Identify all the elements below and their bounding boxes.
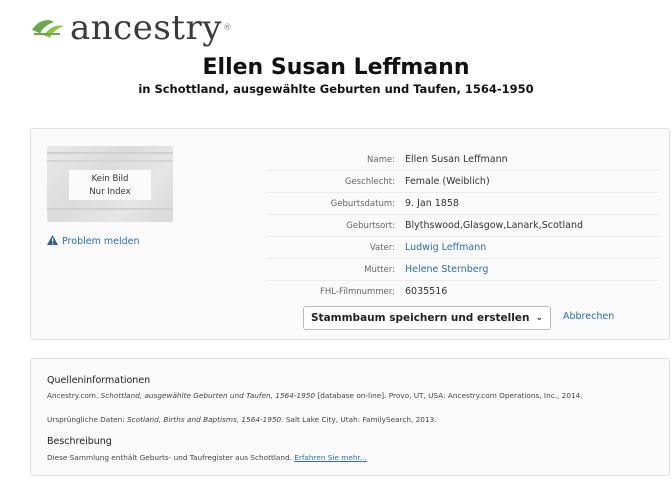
save-to-tree-label: Stammbaum speichern und erstellen	[311, 312, 530, 324]
trademark-icon: ®	[222, 23, 232, 33]
original-data: Ursprüngliche Daten: Scotland, Births an…	[47, 415, 437, 424]
citation-suffix: [database on-line]. Provo, UT, USA: Ance…	[317, 391, 583, 400]
save-to-tree-button[interactable]: Stammbaum speichern und erstellen ⌄	[303, 306, 551, 330]
report-problem-label: Problem melden	[62, 236, 140, 247]
description-text: Diese Sammlung enthält Geburts- und Tauf…	[47, 453, 367, 462]
field-label: Geburtsdatum:	[330, 198, 395, 209]
field-label: Geschlecht:	[344, 176, 395, 187]
thumbnail-label: Kein Bild Nur Index	[69, 170, 151, 200]
field-label: Name:	[367, 154, 395, 165]
original-prefix: Ursprüngliche Daten:	[47, 415, 125, 424]
source-card: Quelleninformationen Ancestry.com. Schot…	[30, 358, 670, 476]
field-value: Female (Weiblich)	[405, 176, 490, 187]
field-row-birth-place: Geburtsort: Blythswood,Glasgow,Lanark,Sc…	[267, 214, 659, 236]
field-label: Mutter:	[364, 264, 395, 275]
record-thumbnail[interactable]: Kein Bild Nur Index	[47, 146, 173, 222]
original-title: Scotland, Births and Baptisms, 1564-1950…	[127, 415, 284, 424]
field-row-birth-date: Geburtsdatum: 9. Jan 1858	[267, 192, 659, 214]
learn-more-link[interactable]: Erfahren Sie mehr...	[294, 453, 367, 462]
field-row-name: Name: Ellen Susan Leffmann	[267, 149, 659, 170]
brand-name: ancestry	[70, 8, 222, 48]
field-value: Blythswood,Glasgow,Lanark,Scotland	[405, 220, 584, 231]
field-value: 9. Jan 1858	[405, 198, 459, 209]
record-card: Kein Bild Nur Index Problem melden Name:…	[30, 128, 670, 340]
field-label: Vater:	[369, 242, 395, 253]
collection-subtitle: in Schottland, ausgewählte Geburten und …	[138, 82, 534, 96]
citation-title: Schottland, ausgewählte Geburten und Tau…	[100, 391, 316, 400]
field-value: Ellen Susan Leffmann	[405, 154, 508, 165]
source-heading: Quelleninformationen	[47, 375, 151, 386]
mother-link[interactable]: Helene Sternberg	[405, 264, 488, 275]
field-row-fhl-film: FHL-Filmnummer: 6035516	[267, 280, 659, 302]
description-heading: Beschreibung	[47, 436, 112, 447]
field-row-gender: Geschlecht: Female (Weiblich)	[267, 170, 659, 192]
field-row-father: Vater: Ludwig Leffmann	[267, 236, 659, 258]
field-label: FHL-Filmnummer:	[320, 286, 395, 297]
record-fields: Name: Ellen Susan Leffmann Geschlecht: F…	[267, 149, 659, 302]
thumbnail-line-2: Nur Index	[89, 187, 131, 197]
father-link[interactable]: Ludwig Leffmann	[405, 242, 486, 253]
source-citation: Ancestry.com. Schottland, ausgewählte Ge…	[47, 391, 583, 400]
report-problem-link[interactable]: Problem melden	[47, 235, 140, 248]
citation-prefix: Ancestry.com.	[47, 391, 99, 400]
leaf-logo-icon	[32, 20, 64, 38]
warning-icon	[47, 235, 58, 248]
ancestry-logo[interactable]: ancestry ®	[30, 8, 232, 48]
description-body: Diese Sammlung enthält Geburts- und Tauf…	[47, 453, 292, 462]
original-suffix: Salt Lake City, Utah: FamilySearch, 2013…	[285, 415, 437, 424]
field-value: 6035516	[405, 286, 448, 297]
field-label: Geburtsort:	[346, 220, 395, 231]
page-title: Ellen Susan Leffmann	[202, 55, 470, 80]
cancel-link[interactable]: Abbrechen	[563, 311, 614, 322]
thumbnail-line-1: Kein Bild	[91, 174, 129, 184]
field-row-mother: Mutter: Helene Sternberg	[267, 258, 659, 280]
chevron-down-icon: ⌄	[535, 313, 543, 323]
